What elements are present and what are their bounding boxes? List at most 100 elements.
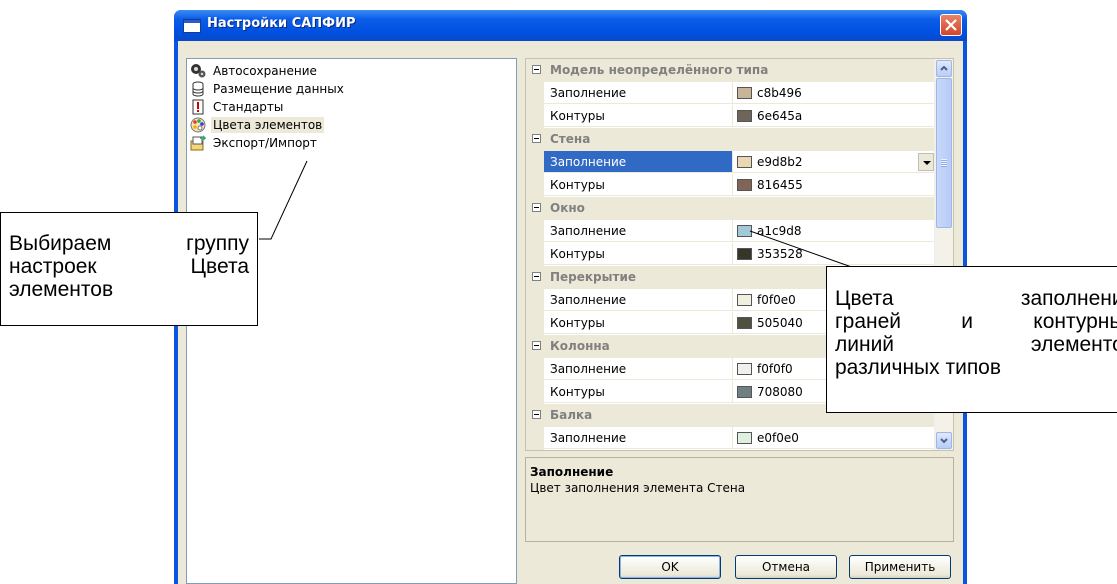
color-swatch [737,110,752,122]
property-name: Контуры [544,105,733,127]
property-value[interactable]: a1c9d8 [733,220,936,242]
property-value[interactable]: 353528 [733,243,936,265]
callout-element-colors: Цвета заполнения граней и контурных лини… [826,266,1117,413]
property-name: Контуры [544,312,733,334]
color-swatch [737,248,752,260]
callout-line: Выбираем группу [9,232,249,255]
color-swatch [737,432,752,444]
callout-line: граней и контурных [835,310,1117,333]
color-swatch [737,386,752,398]
property-name: Заполнение [544,289,733,311]
description-title: Заполнение [530,465,614,479]
category-label: Балка [550,408,593,422]
tree-item-label: Экспорт/Импорт [213,136,317,150]
property-name: Заполнение [544,427,733,449]
property-name: Заполнение [544,220,733,242]
property-row[interactable]: Контуры 816455 [526,174,936,197]
collapse-toggle-icon[interactable] [532,65,541,74]
property-name: Заполнение [544,82,733,104]
category-label: Модель неопределённого типа [550,63,769,77]
property-value[interactable]: c8b496 [733,82,936,104]
tree-item-data-placement[interactable]: Размещение данных [190,80,346,98]
color-hex: e9d8b2 [757,155,803,169]
property-name: Контуры [544,243,733,265]
property-row-selected[interactable]: Заполнение e9d8b2 [526,151,936,174]
color-swatch [737,156,752,168]
title-bar[interactable]: Настройки САПФИР [174,10,967,41]
warning-doc-icon [190,99,206,115]
color-hex: c8b496 [757,86,802,100]
property-value[interactable]: 816455 [733,174,936,196]
scroll-up-button[interactable] [936,60,952,77]
tree-item-label: Размещение данных [213,82,344,96]
tree-item-autosave[interactable]: Автосохранение [190,62,319,80]
collapse-toggle-icon[interactable] [532,272,541,281]
color-hex: 708080 [757,385,803,399]
color-hex: 505040 [757,316,803,330]
color-hex: f0f0f0 [757,362,793,376]
category-wall[interactable]: Стена [526,128,936,151]
tree-item-label: Стандарты [213,100,284,114]
cancel-button[interactable]: Отмена [735,555,837,579]
callout-select-group: Выбираем группу настроек Цвета элементов [0,212,258,326]
collapse-toggle-icon[interactable] [532,341,541,350]
chevron-down-icon [940,438,948,444]
property-description-panel: Заполнение Цвет заполнения элемента Стен… [525,457,954,542]
dropdown-arrow-icon[interactable] [918,153,934,171]
color-swatch [737,317,752,329]
color-swatch [737,363,752,375]
tree-item-label: Цвета элементов [211,117,325,133]
color-hex: 353528 [757,247,803,261]
category-label: Перекрытие [550,270,636,284]
tree-item-label: Автосохранение [213,64,317,78]
property-value[interactable]: e9d8b2 [733,151,936,173]
tree-item-standards[interactable]: Стандарты [190,98,285,116]
property-name: Заполнение [544,358,733,380]
close-button[interactable] [940,14,962,36]
close-icon [945,19,957,31]
category-label: Колонна [550,339,610,353]
category-window[interactable]: Окно [526,197,936,220]
gears-icon [190,63,206,79]
property-name: Контуры [544,381,733,403]
color-swatch [737,294,752,306]
category-label: Стена [550,132,591,146]
window-title: Настройки САПФИР [207,16,356,31]
tree-item-element-colors[interactable]: Цвета элементов [190,116,325,134]
category-label: Окно [550,201,585,215]
property-row[interactable]: Контуры 353528 [526,243,936,266]
description-text: Цвет заполнения элемента Стена [530,481,746,495]
callout-line: элементов [9,278,114,301]
ok-button[interactable]: OK [619,555,721,579]
property-name: Заполнение [544,151,733,173]
category-undefined-model[interactable]: Модель неопределённого типа [526,59,936,82]
property-row[interactable]: Контуры 6e645a [526,105,936,128]
color-hex: a1c9d8 [757,224,802,238]
property-row[interactable]: Заполнение e0f0e0 [526,427,936,450]
apply-button[interactable]: Применить [849,555,951,579]
window-icon [183,19,201,33]
property-row[interactable]: Заполнение a1c9d8 [526,220,936,243]
property-value[interactable]: e0f0e0 [733,427,936,449]
collapse-toggle-icon[interactable] [532,410,541,419]
tree-item-export-import[interactable]: Экспорт/Импорт [190,134,319,152]
callout-line: различных типов [835,356,1002,379]
scroll-thumb[interactable] [936,78,952,228]
collapse-toggle-icon[interactable] [532,134,541,143]
color-hex: 6e645a [757,109,803,123]
color-hex: e0f0e0 [757,431,799,445]
scroll-down-button[interactable] [936,432,952,449]
color-hex: f0f0e0 [757,293,796,307]
chevron-up-icon [940,65,948,71]
callout-line: настроек Цвета [9,255,249,278]
collapse-toggle-icon[interactable] [532,203,541,212]
property-value[interactable]: 6e645a [733,105,936,127]
callout-line: Цвета заполнения [835,287,1117,310]
property-row[interactable]: Заполнение c8b496 [526,82,936,105]
property-name: Контуры [544,174,733,196]
callout-line: линий элементов [835,333,1117,356]
color-hex: 816455 [757,178,803,192]
color-swatch [737,87,752,99]
palette-icon [190,117,206,133]
color-swatch [737,179,752,191]
